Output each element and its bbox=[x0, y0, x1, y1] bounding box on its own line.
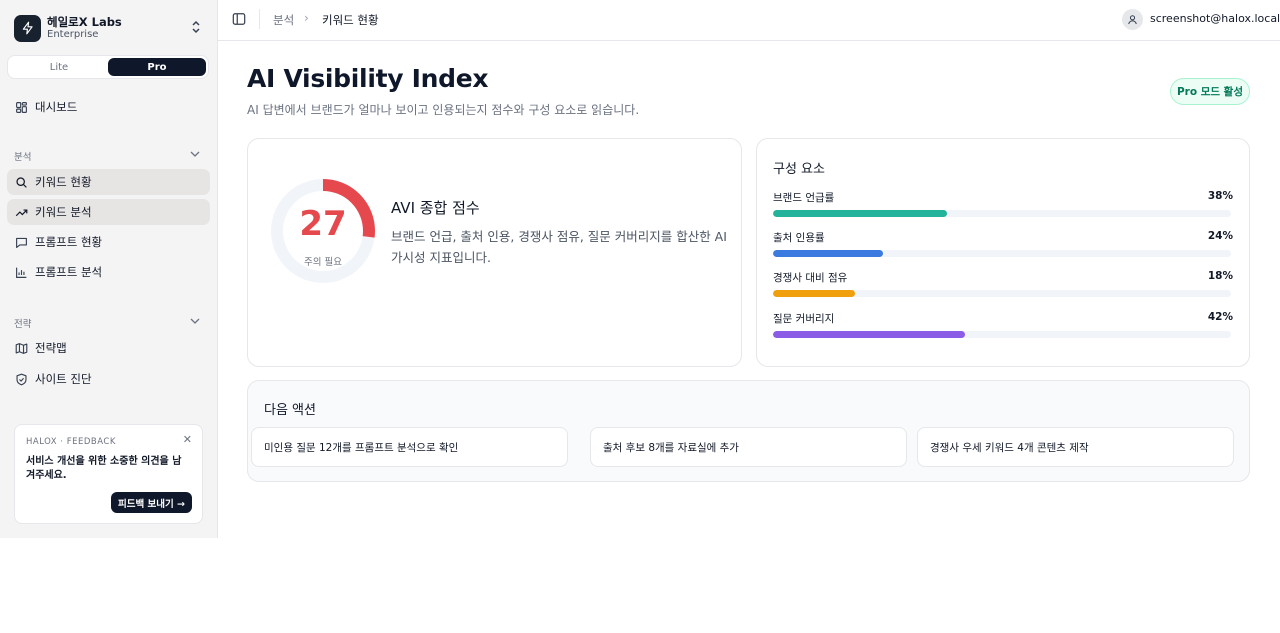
next-actions-title: 다음 액션 bbox=[264, 403, 316, 418]
components-card: 구성 요소 브랜드 언급률 38% 출처 인용률 24% 경쟁사 대비 점유 1… bbox=[756, 138, 1250, 367]
component-bar bbox=[773, 210, 948, 217]
page-subtitle: AI 답변에서 브랜드가 얼마나 보이고 인용되는지 점수와 구성 요소로 읽습… bbox=[247, 103, 640, 117]
close-icon[interactable]: ✕ bbox=[183, 433, 192, 446]
component-row: 경쟁사 대비 점유 18% bbox=[773, 270, 1233, 300]
sidebar-item-label: 사이트 진단 bbox=[35, 372, 92, 386]
component-bar bbox=[773, 250, 883, 257]
send-feedback-button[interactable]: 피드백 보내기 → bbox=[111, 492, 192, 513]
component-value: 42% bbox=[1207, 311, 1233, 323]
sidebar-item-prompt-analysis[interactable]: 프롬프트 분석 bbox=[7, 259, 210, 285]
section-label-strategy: 전략 bbox=[14, 319, 32, 330]
component-value: 24% bbox=[1207, 230, 1233, 242]
component-row: 출처 인용률 24% bbox=[773, 230, 1233, 260]
feedback-tag: HALOX · FEEDBACK bbox=[26, 437, 116, 447]
sidebar-item-site-diagnosis[interactable]: 사이트 진단 bbox=[7, 366, 210, 392]
components-title: 구성 요소 bbox=[773, 162, 825, 177]
shield-check-icon bbox=[16, 373, 27, 385]
sidebar-item-label: 키워드 분석 bbox=[35, 205, 92, 219]
feedback-card: HALOX · FEEDBACK ✕ 서비스 개선을 위한 소중한 의견을 남겨… bbox=[14, 424, 203, 524]
component-value: 18% bbox=[1207, 270, 1233, 282]
component-track bbox=[773, 290, 1231, 297]
sidebar-item-keyword-analysis[interactable]: 키워드 분석 bbox=[7, 199, 210, 225]
workspace-switcher[interactable]: 헤일로X Labs Enterprise bbox=[14, 13, 206, 43]
score-description: 브랜드 언급, 출처 인용, 경쟁사 점유, 질문 커버리지를 합산한 AI 가… bbox=[391, 229, 727, 265]
component-track bbox=[773, 210, 1231, 217]
score-card: 27 주의 필요 AVI 종합 점수 브랜드 언급, 출처 인용, 경쟁사 점유… bbox=[247, 138, 742, 367]
component-track bbox=[773, 250, 1231, 257]
sidebar-item-keyword-status[interactable]: 키워드 현황 bbox=[7, 169, 210, 195]
action-item[interactable]: 경쟁사 우세 키워드 4개 콘텐츠 제작 bbox=[917, 427, 1234, 467]
avatar[interactable] bbox=[1122, 9, 1143, 30]
chevrons-up-down-icon bbox=[192, 20, 200, 34]
sidebar-item-label: 키워드 현황 bbox=[35, 175, 92, 189]
component-label: 출처 인용률 bbox=[773, 232, 825, 244]
bolt-icon bbox=[22, 21, 33, 35]
chevron-down-icon[interactable] bbox=[190, 317, 200, 325]
sidebar-item-strategy-map[interactable]: 전략맵 bbox=[7, 335, 210, 361]
pro-mode-badge: Pro 모드 활성 bbox=[1170, 78, 1250, 105]
user-email[interactable]: screenshot@halox.local bbox=[1150, 12, 1280, 25]
action-item[interactable]: 출처 후보 8개를 자료실에 추가 bbox=[590, 427, 907, 467]
sidebar-toggle-icon[interactable] bbox=[232, 12, 246, 26]
component-bar bbox=[773, 290, 856, 297]
workspace-plan: Enterprise bbox=[47, 28, 99, 40]
search-icon bbox=[16, 176, 27, 188]
message-square-icon bbox=[16, 237, 27, 248]
component-label: 경쟁사 대비 점유 bbox=[773, 272, 848, 284]
action-item[interactable]: 미인용 질문 12개를 프롬프트 분석으로 확인 bbox=[251, 427, 568, 467]
dashboard-icon bbox=[16, 101, 27, 113]
feedback-message: 서비스 개선을 위한 소중한 의견을 남겨주세요. bbox=[26, 456, 182, 481]
component-row: 질문 커버리지 42% bbox=[773, 311, 1233, 341]
plan-option-pro[interactable]: Pro bbox=[108, 58, 206, 76]
score-status: 주의 필요 bbox=[304, 257, 342, 268]
component-label: 질문 커버리지 bbox=[773, 313, 835, 325]
sidebar-item-label: 전략맵 bbox=[35, 341, 67, 355]
sidebar-item-label: 프롬프트 분석 bbox=[35, 265, 103, 279]
map-icon bbox=[15, 342, 28, 354]
score-title: AVI 종합 점수 bbox=[391, 199, 480, 217]
divider bbox=[259, 9, 260, 29]
breadcrumb-analysis[interactable]: 분석 bbox=[273, 12, 294, 28]
topbar: 분석 › 키워드 현황 screenshot@halox.local bbox=[218, 0, 1280, 41]
plan-option-lite[interactable]: Lite bbox=[10, 58, 108, 76]
sidebar-item-dashboard[interactable]: 대시보드 bbox=[7, 94, 210, 120]
breadcrumb-separator: › bbox=[304, 11, 309, 25]
workspace-logo bbox=[14, 14, 41, 42]
component-row: 브랜드 언급률 38% bbox=[773, 190, 1233, 220]
sidebar-item-prompt-status[interactable]: 프롬프트 현황 bbox=[7, 229, 210, 255]
next-actions-card: 다음 액션 미인용 질문 12개를 프롬프트 분석으로 확인 출처 후보 8개를… bbox=[247, 380, 1250, 482]
sidebar: 헤일로X Labs Enterprise Lite Pro 대시보드 분석 키워… bbox=[0, 0, 218, 538]
bar-chart-icon bbox=[16, 267, 27, 278]
chevron-down-icon[interactable] bbox=[190, 150, 200, 158]
component-value: 38% bbox=[1207, 190, 1233, 202]
breadcrumb-current: 키워드 현황 bbox=[322, 13, 379, 27]
score-value: 27 bbox=[299, 204, 347, 244]
component-label: 브랜드 언급률 bbox=[773, 192, 835, 204]
page-title: AI Visibility Index bbox=[247, 64, 489, 93]
trending-up-icon bbox=[15, 208, 28, 216]
sidebar-item-label: 프롬프트 현황 bbox=[35, 235, 103, 249]
workspace-name: 헤일로X Labs bbox=[47, 14, 122, 29]
plan-toggle: Lite Pro bbox=[7, 55, 209, 79]
sidebar-item-label: 대시보드 bbox=[35, 100, 78, 114]
section-label-analysis: 분석 bbox=[14, 152, 32, 163]
user-icon bbox=[1128, 15, 1137, 25]
component-track bbox=[773, 331, 1231, 338]
component-bar bbox=[773, 331, 966, 338]
